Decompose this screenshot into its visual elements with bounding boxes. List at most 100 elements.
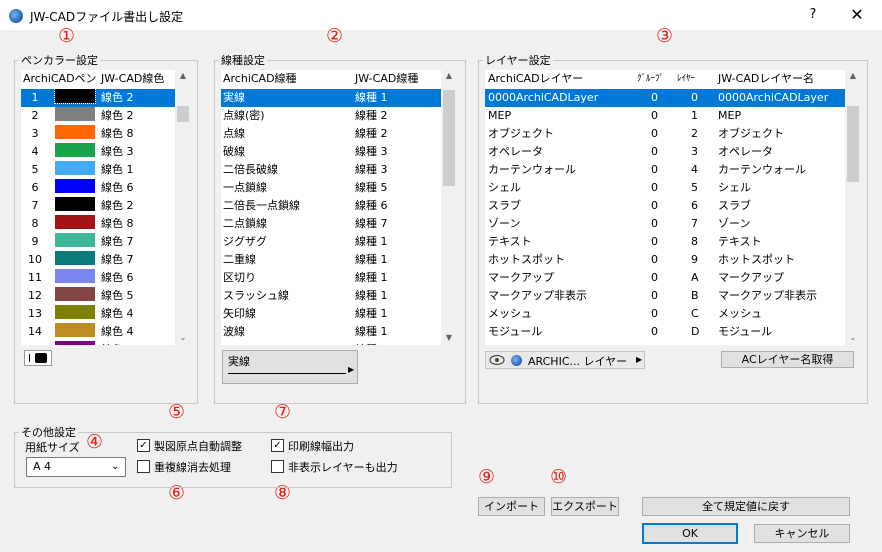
layer-archicad-name: オブジェクト bbox=[488, 127, 554, 140]
layer-row[interactable]: マークアップ 0 A マークアップ bbox=[485, 269, 845, 287]
pen-row[interactable]: 10 線色 7 bbox=[21, 251, 175, 269]
layer-row[interactable]: テキスト 0 8 テキスト bbox=[485, 233, 845, 251]
scroll-thumb[interactable] bbox=[847, 106, 859, 182]
line-type-row[interactable]: ジグザグ 線種 1 bbox=[221, 233, 441, 251]
line-type-jw: 線種 1 bbox=[355, 271, 388, 284]
line-type-row[interactable]: 点線 線種 2 bbox=[221, 125, 441, 143]
layer-row[interactable]: メッシュ 0 C メッシュ bbox=[485, 305, 845, 323]
layer-row[interactable]: ホットスポット 0 9 ホットスポット bbox=[485, 251, 845, 269]
scroll-thumb[interactable] bbox=[443, 90, 455, 186]
line-type-scrollbar[interactable]: ▲ ▼ bbox=[441, 70, 457, 345]
pen-row[interactable]: 8 線色 8 bbox=[21, 215, 175, 233]
layer-number: B bbox=[691, 289, 699, 302]
get-ac-layer-names-button[interactable]: ACレイヤー名取得 bbox=[721, 351, 854, 368]
cancel-button[interactable]: キャンセル bbox=[754, 524, 850, 543]
scroll-down-arrow-icon[interactable]: ⌄ bbox=[845, 332, 861, 344]
layer-row[interactable]: MEP 0 1 MEP bbox=[485, 107, 845, 125]
layer-row[interactable]: 0000ArchiCADLayer 0 0 0000ArchiCADLayer bbox=[485, 89, 845, 107]
close-button[interactable]: ✕ bbox=[842, 4, 872, 26]
marker-2: ② bbox=[326, 25, 344, 47]
other-settings-group: その他設定 bbox=[14, 424, 452, 488]
layer-group-number: 0 bbox=[651, 217, 658, 230]
pen-number: 2 bbox=[31, 109, 39, 122]
layer-row[interactable]: スラブ 0 6 スラブ bbox=[485, 197, 845, 215]
layer-list[interactable]: ArchiCADレイヤー ｸﾞﾙｰﾌﾟ ﾚｲﾔｰ JW-CADレイヤー名 000… bbox=[485, 70, 861, 345]
line-type-name: 点線 bbox=[223, 127, 245, 140]
duplicate-line-removal-checkbox[interactable] bbox=[137, 460, 150, 473]
scroll-up-arrow-icon[interactable]: ▲ bbox=[175, 70, 191, 82]
line-type-row[interactable]: 二点鎖線 線種 7 bbox=[221, 215, 441, 233]
line-type-row[interactable]: 点線(密) 線種 2 bbox=[221, 107, 441, 125]
pen-row[interactable]: 15 線色 5 bbox=[21, 341, 175, 345]
layer-row[interactable]: オペレータ 0 3 オペレータ bbox=[485, 143, 845, 161]
help-button[interactable]: ? bbox=[800, 4, 826, 26]
line-type-jw: 線種 1 bbox=[355, 325, 388, 338]
scroll-up-arrow-icon[interactable]: ▲ bbox=[441, 70, 457, 82]
pen-number: 8 bbox=[31, 217, 39, 230]
line-type-row[interactable]: 二倍長破線 線種 3 bbox=[221, 161, 441, 179]
line-type-list[interactable]: ArchiCAD線種 JW-CAD線種 実線 線種 1 点線(密) 線種 2 点線 線種 … bbox=[221, 70, 457, 345]
import-button[interactable]: インポート bbox=[478, 497, 545, 516]
marker-7: ⑦ bbox=[274, 401, 292, 423]
line-type-row[interactable]: 二重線 線種 1 bbox=[221, 251, 441, 269]
layer-filter-button[interactable]: ARCHIC... レイヤー ▶ bbox=[485, 351, 645, 369]
output-hidden-layers-checkbox[interactable] bbox=[271, 460, 284, 473]
layer-row[interactable]: ゾーン 0 7 ゾーン bbox=[485, 215, 845, 233]
pen-list-scrollbar[interactable]: ▲ ⌄ bbox=[175, 70, 191, 345]
layer-row[interactable]: マークアップ非表示 0 B マークアップ非表示 bbox=[485, 287, 845, 305]
line-preview-button[interactable]: 実線 ▶ bbox=[222, 350, 358, 384]
layer-row[interactable]: モジュール 0 D モジュール bbox=[485, 323, 845, 341]
print-line-width-checkbox[interactable]: ✓ bbox=[271, 439, 284, 452]
layer-archicad-name: ラベル bbox=[488, 341, 521, 345]
layer-row[interactable]: オブジェクト 0 2 オブジェクト bbox=[485, 125, 845, 143]
pen-row[interactable]: 9 線色 7 bbox=[21, 233, 175, 251]
layer-archicad-name: オペレータ bbox=[488, 145, 543, 158]
export-button[interactable]: エクスポート bbox=[551, 497, 619, 516]
line-type-row[interactable]: 実線 線種 1 bbox=[221, 89, 441, 107]
line-type-row[interactable]: 破線 線種 3 bbox=[221, 143, 441, 161]
pen-row[interactable]: 13 線色 4 bbox=[21, 305, 175, 323]
layer-row[interactable]: シェル 0 5 シェル bbox=[485, 179, 845, 197]
line-type-jw: 線種 7 bbox=[355, 217, 388, 230]
pen-row[interactable]: 14 線色 4 bbox=[21, 323, 175, 341]
pen-color-list[interactable]: ArchiCADペン JW-CAD線色 1 線色 2 2 線色 2 3 線色 8 4 線色 3… bbox=[21, 70, 191, 345]
pen-row[interactable]: 7 線色 2 bbox=[21, 197, 175, 215]
line-type-row[interactable]: 二倍長一点鎖線 線種 6 bbox=[221, 197, 441, 215]
pen-row[interactable]: 1 線色 2 bbox=[21, 88, 175, 107]
pen-row[interactable]: 12 線色 5 bbox=[21, 287, 175, 305]
layer-number: C bbox=[691, 307, 699, 320]
line-type-row[interactable]: 区切り 線種 1 bbox=[221, 269, 441, 287]
line-type-jw: 線種 5 bbox=[355, 181, 388, 194]
line-type-row[interactable]: 一点鎖線 線種 5 bbox=[221, 179, 441, 197]
pen-number: 12 bbox=[28, 289, 42, 302]
auto-origin-checkbox[interactable]: ✓ bbox=[137, 439, 150, 452]
layer-row[interactable]: ラベル 0 E ラベル bbox=[485, 341, 845, 345]
scroll-down-arrow-icon[interactable]: ▼ bbox=[441, 332, 457, 344]
reset-defaults-button[interactable]: 全て規定値に戻す bbox=[642, 497, 850, 516]
line-type-name: ジグザグ bbox=[223, 235, 267, 248]
layer-row[interactable]: カーテンウォール 0 4 カーテンウォール bbox=[485, 161, 845, 179]
pen-row[interactable]: 5 線色 1 bbox=[21, 161, 175, 179]
line-type-row[interactable]: 波線 線種 1 bbox=[221, 323, 441, 341]
layer-jw-name: マークアップ非表示 bbox=[718, 289, 817, 302]
line-type-jw: 線種 2 bbox=[355, 127, 388, 140]
layer-jw-name: スラブ bbox=[718, 199, 751, 212]
line-type-row[interactable]: 矢印線 線種 1 bbox=[221, 305, 441, 323]
scroll-thumb[interactable] bbox=[177, 106, 189, 122]
pen-row[interactable]: 4 線色 3 bbox=[21, 143, 175, 161]
pen-row[interactable]: 11 線色 6 bbox=[21, 269, 175, 287]
layer-filter-label: ARCHIC... レイヤー bbox=[528, 355, 628, 368]
scroll-down-arrow-icon[interactable]: ⌄ bbox=[175, 332, 191, 344]
layer-list-scrollbar[interactable]: ▲ ⌄ bbox=[845, 70, 861, 345]
paper-size-label: 用紙サイズ bbox=[25, 441, 80, 454]
line-type-row[interactable]: スラッシュ線 線種 1 bbox=[221, 287, 441, 305]
paper-size-value: A 4 bbox=[33, 460, 52, 473]
pen-row[interactable]: 3 線色 8 bbox=[21, 125, 175, 143]
pen-row[interactable]: 6 線色 6 bbox=[21, 179, 175, 197]
ok-button[interactable]: OK bbox=[642, 523, 738, 544]
pen-row[interactable]: 2 線色 2 bbox=[21, 107, 175, 125]
scroll-up-arrow-icon[interactable]: ▲ bbox=[845, 70, 861, 82]
line-type-row[interactable]: N... 線種 1 bbox=[221, 341, 441, 345]
paper-size-select[interactable]: A 4 ⌄ bbox=[26, 457, 126, 477]
pen-pattern-button[interactable] bbox=[24, 350, 52, 366]
